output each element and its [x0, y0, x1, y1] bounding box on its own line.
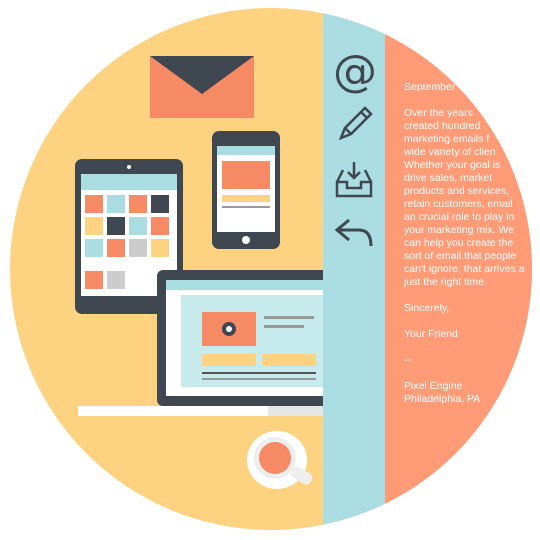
- body-line: can't ignore, that arrives a: [404, 263, 525, 275]
- body-line: Over the years: [404, 107, 473, 119]
- svg-text:@: @: [333, 50, 377, 94]
- body-line: can help you create the: [404, 237, 514, 249]
- body-line: marketing emails f: [404, 133, 490, 145]
- letter-separator: --: [404, 354, 411, 366]
- letter-company: Pixel Engine: [404, 380, 463, 392]
- email-letter: September Over the years created hundred…: [404, 81, 524, 406]
- body-line: created hundred: [404, 120, 481, 132]
- body-line: products and services,: [404, 185, 510, 197]
- letter-signature: Your Friend: [404, 328, 458, 340]
- letter-location: Philadelphia, PA: [404, 393, 481, 405]
- envelope-icon: [150, 56, 254, 118]
- body-line: just the right time.: [404, 276, 487, 288]
- body-line: your marketing mix. We: [404, 224, 515, 236]
- body-line: an crucial role to play in: [404, 211, 515, 223]
- body-line: sort of email that people: [404, 250, 517, 262]
- inbox-download-icon[interactable]: [333, 160, 375, 200]
- letter-date: September: [404, 81, 456, 93]
- reply-icon[interactable]: [333, 216, 375, 250]
- body-line: retain customers, email: [404, 198, 513, 210]
- email-panel: September Over the years created hundred…: [385, 8, 532, 530]
- illustration-circle: @ September Over the years created hundr…: [10, 8, 532, 530]
- phone-device: [212, 131, 280, 249]
- body-line: drive sales, market: [404, 172, 493, 184]
- coffee-cup-icon: [247, 431, 313, 489]
- pencil-icon[interactable]: [335, 104, 375, 144]
- at-sign-icon[interactable]: @: [333, 50, 377, 94]
- letter-closing: Sincerely,: [404, 302, 450, 314]
- body-line: Whether your goal is: [404, 159, 501, 171]
- body-line: wide variety of clien: [404, 146, 496, 158]
- toolbar-strip: @: [323, 8, 386, 530]
